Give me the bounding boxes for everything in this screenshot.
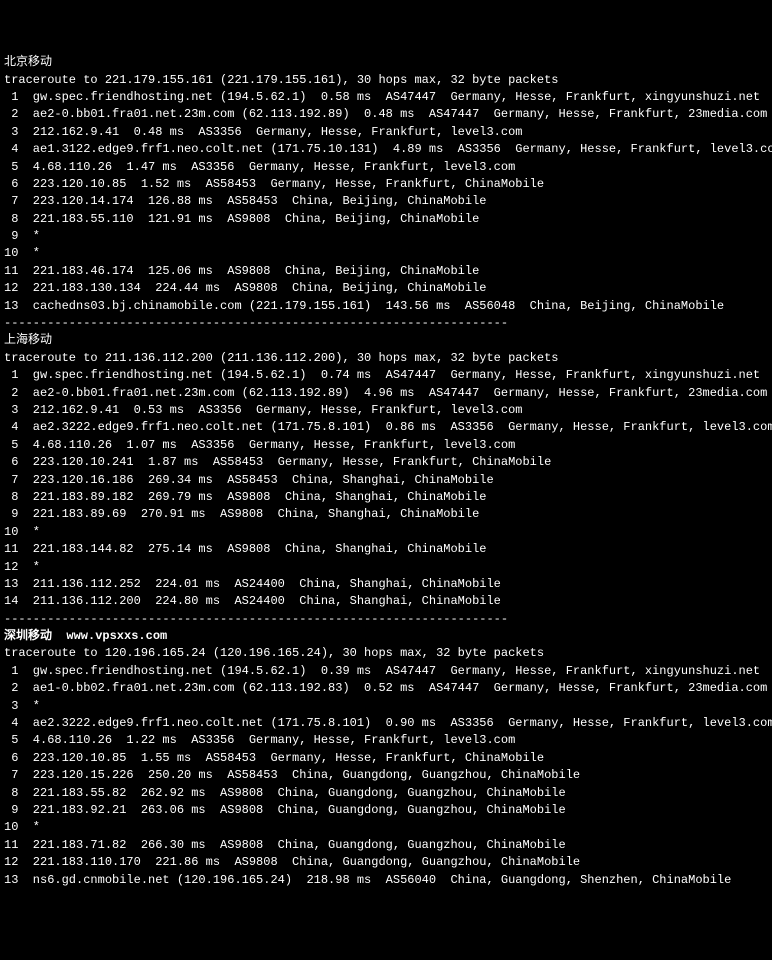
- section-title: 北京移动: [4, 54, 768, 71]
- hop-line: 13 cachedns03.bj.chinamobile.com (221.17…: [4, 298, 768, 315]
- hop-line: 5 4.68.110.26 1.22 ms AS3356 Germany, He…: [4, 732, 768, 749]
- hop-line: 10 *: [4, 524, 768, 541]
- hop-line: 4 ae2.3222.edge9.frf1.neo.colt.net (171.…: [4, 715, 768, 732]
- traceroute-header: traceroute to 211.136.112.200 (211.136.1…: [4, 350, 768, 367]
- hop-line: 2 ae2-0.bb01.fra01.net.23m.com (62.113.1…: [4, 106, 768, 123]
- hop-line: 9 221.183.92.21 263.06 ms AS9808 China, …: [4, 802, 768, 819]
- hop-line: 8 221.183.55.110 121.91 ms AS9808 China,…: [4, 211, 768, 228]
- hop-line: 3 *: [4, 698, 768, 715]
- traceroute-header: traceroute to 221.179.155.161 (221.179.1…: [4, 72, 768, 89]
- hop-line: 8 221.183.55.82 262.92 ms AS9808 China, …: [4, 785, 768, 802]
- hop-line: 10 *: [4, 819, 768, 836]
- hop-line: 7 223.120.16.186 269.34 ms AS58453 China…: [4, 472, 768, 489]
- hop-line: 4 ae2.3222.edge9.frf1.neo.colt.net (171.…: [4, 419, 768, 436]
- traceroute-header: traceroute to 120.196.165.24 (120.196.16…: [4, 645, 768, 662]
- hop-line: 9 221.183.89.69 270.91 ms AS9808 China, …: [4, 506, 768, 523]
- hop-line: 6 223.120.10.85 1.55 ms AS58453 Germany,…: [4, 750, 768, 767]
- hop-line: 5 4.68.110.26 1.47 ms AS3356 Germany, He…: [4, 159, 768, 176]
- hop-line: 1 gw.spec.friendhosting.net (194.5.62.1)…: [4, 367, 768, 384]
- hop-line: 8 221.183.89.182 269.79 ms AS9808 China,…: [4, 489, 768, 506]
- hop-line: 6 223.120.10.241 1.87 ms AS58453 Germany…: [4, 454, 768, 471]
- hop-line: 7 223.120.14.174 126.88 ms AS58453 China…: [4, 193, 768, 210]
- terminal-output: 北京移动traceroute to 221.179.155.161 (221.1…: [4, 54, 768, 889]
- hop-line: 12 *: [4, 559, 768, 576]
- hop-line: 1 gw.spec.friendhosting.net (194.5.62.1)…: [4, 663, 768, 680]
- hop-line: 13 ns6.gd.cnmobile.net (120.196.165.24) …: [4, 872, 768, 889]
- hop-line: 2 ae1-0.bb02.fra01.net.23m.com (62.113.1…: [4, 680, 768, 697]
- section-title: 上海移动: [4, 332, 768, 349]
- separator: ----------------------------------------…: [4, 611, 768, 628]
- hop-line: 9 *: [4, 228, 768, 245]
- hop-line: 3 212.162.9.41 0.53 ms AS3356 Germany, H…: [4, 402, 768, 419]
- separator: ----------------------------------------…: [4, 315, 768, 332]
- hop-line: 11 221.183.46.174 125.06 ms AS9808 China…: [4, 263, 768, 280]
- hop-line: 3 212.162.9.41 0.48 ms AS3356 Germany, H…: [4, 124, 768, 141]
- hop-line: 12 221.183.130.134 224.44 ms AS9808 Chin…: [4, 280, 768, 297]
- hop-line: 10 *: [4, 245, 768, 262]
- hop-line: 1 gw.spec.friendhosting.net (194.5.62.1)…: [4, 89, 768, 106]
- hop-line: 7 223.120.15.226 250.20 ms AS58453 China…: [4, 767, 768, 784]
- hop-line: 14 211.136.112.200 224.80 ms AS24400 Chi…: [4, 593, 768, 610]
- hop-line: 6 223.120.10.85 1.52 ms AS58453 Germany,…: [4, 176, 768, 193]
- hop-line: 2 ae2-0.bb01.fra01.net.23m.com (62.113.1…: [4, 385, 768, 402]
- hop-line: 11 221.183.144.82 275.14 ms AS9808 China…: [4, 541, 768, 558]
- hop-line: 11 221.183.71.82 266.30 ms AS9808 China,…: [4, 837, 768, 854]
- section-title: 深圳移动 www.vpsxxs.com: [4, 628, 768, 645]
- hop-line: 12 221.183.110.170 221.86 ms AS9808 Chin…: [4, 854, 768, 871]
- hop-line: 13 211.136.112.252 224.01 ms AS24400 Chi…: [4, 576, 768, 593]
- hop-line: 5 4.68.110.26 1.07 ms AS3356 Germany, He…: [4, 437, 768, 454]
- hop-line: 4 ae1.3122.edge9.frf1.neo.colt.net (171.…: [4, 141, 768, 158]
